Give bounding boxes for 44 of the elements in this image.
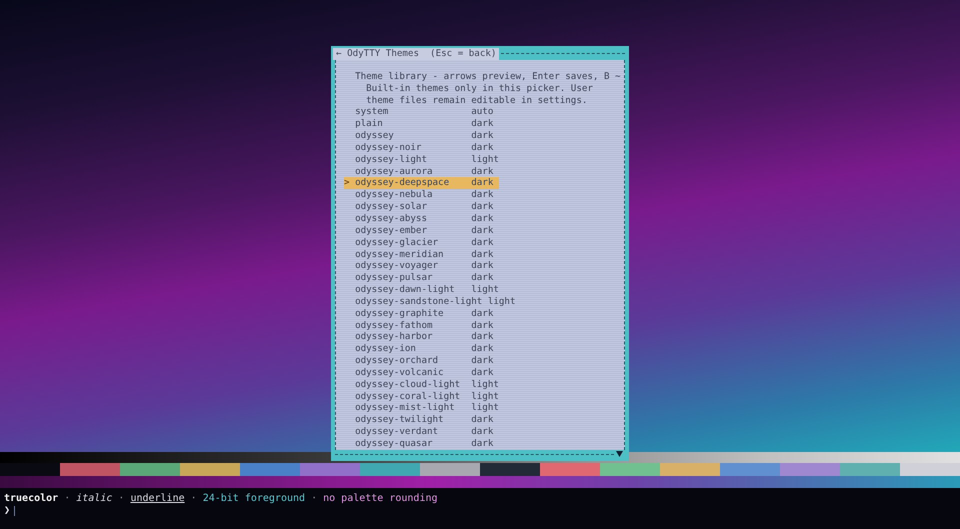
- separator-dot: ·: [190, 493, 197, 505]
- theme-row[interactable]: odyssey-twilight dark: [344, 414, 499, 426]
- theme-row[interactable]: odyssey-nebula dark: [344, 189, 499, 202]
- theme-row[interactable]: odyssey-graphite dark: [344, 308, 499, 320]
- status-label: italic: [76, 493, 112, 505]
- theme-row[interactable]: odyssey-noir dark: [344, 142, 499, 154]
- theme-row[interactable]: plain dark: [344, 118, 499, 130]
- status-label: no palette rounding: [323, 493, 438, 505]
- theme-row[interactable]: odyssey dark: [344, 130, 499, 142]
- theme-row[interactable]: odyssey-sandstone-light light: [344, 296, 516, 308]
- separator-dot: ·: [118, 493, 124, 505]
- theme-row[interactable]: odyssey-abyss dark: [344, 212, 499, 225]
- theme-row[interactable]: odyssey-orchard dark: [344, 355, 499, 367]
- theme-row[interactable]: odyssey-aurora dark: [344, 166, 499, 178]
- status-label: 24-bit foreground: [202, 493, 306, 505]
- theme-row[interactable]: odyssey-dawn-light light: [344, 284, 499, 296]
- theme-row[interactable]: odyssey-ion dark: [344, 343, 499, 356]
- theme-row[interactable]: odyssey-voyager dark: [344, 260, 499, 272]
- theme-row[interactable]: odyssey-cloud-light light: [344, 378, 499, 391]
- theme-row[interactable]: odyssey-pulsar dark: [344, 272, 499, 284]
- description-line: Built-in themes only in this picker. User: [365, 82, 593, 95]
- separator-dot: ·: [64, 493, 70, 505]
- separator-dot: ·: [311, 493, 318, 505]
- description-line: Theme library - arrows preview, Enter saves, B ~: [354, 70, 621, 83]
- status-label: truecolor: [4, 493, 58, 505]
- theme-row[interactable]: odyssey-ember dark: [344, 224, 499, 237]
- theme-row[interactable]: odyssey-glacier dark: [344, 236, 499, 248]
- theme-row[interactable]: odyssey-mist-light light: [344, 402, 499, 414]
- theme-row[interactable]: odyssey-fathom dark: [344, 320, 499, 332]
- dialog-title: ← OdyTTY Themes (Esc = back): [333, 48, 500, 60]
- text-cursor: [14, 506, 16, 516]
- theme-row[interactable]: odyssey-coral-light light: [344, 390, 499, 402]
- description-line: theme files remain editable in settings.: [365, 94, 588, 106]
- theme-row[interactable]: odyssey-solar dark: [344, 201, 499, 213]
- status-label: underline: [130, 493, 185, 505]
- theme-row[interactable]: odyssey-meridian dark: [344, 248, 499, 260]
- theme-row[interactable]: > odyssey-deepspace dark: [344, 177, 499, 190]
- theme-row[interactable]: odyssey-harbor dark: [344, 331, 499, 344]
- theme-row[interactable]: odyssey-volcanic dark: [344, 366, 499, 379]
- theme-row[interactable]: system auto: [344, 106, 499, 118]
- theme-row[interactable]: odyssey-quasar dark: [344, 438, 499, 450]
- prompt-symbol: ❯: [4, 505, 10, 517]
- theme-row[interactable]: odyssey-verdant dark: [344, 426, 499, 438]
- theme-row[interactable]: odyssey-light light: [344, 154, 499, 166]
